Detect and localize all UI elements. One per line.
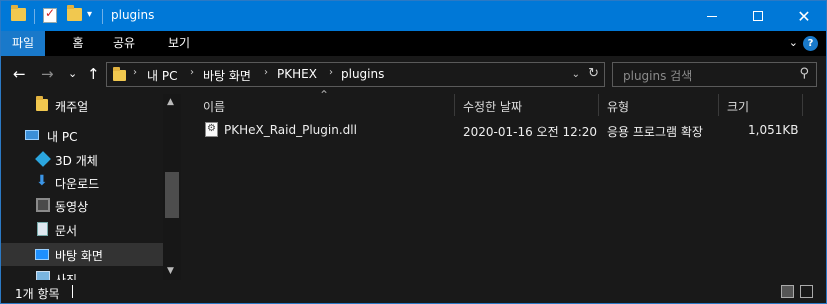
breadcrumb-pkhex[interactable]: PKHEX	[277, 67, 317, 81]
breadcrumb-separator-icon: ›	[329, 67, 333, 78]
nav-item-3d-objects[interactable]: 3D 개체	[1, 148, 163, 171]
recent-locations-icon[interactable]: ⌄	[68, 67, 77, 80]
column-divider[interactable]	[718, 94, 719, 116]
navigation-scrollbar[interactable]: ▲ ▼	[163, 94, 181, 280]
refresh-icon[interactable]: ↻	[588, 66, 599, 81]
scroll-down-icon[interactable]: ▼	[167, 266, 174, 276]
back-button[interactable]: ←	[13, 65, 26, 83]
file-row[interactable]: PKHeX_Raid_Plugin.dll 2020-01-16 오전 12:2…	[187, 119, 826, 141]
navigation-pane: 캐주얼 내 PC 3D 개체 ⬇ 다운로드 동영상 문서 바탕 화면 사진	[1, 94, 181, 280]
nav-item-pictures[interactable]: 사진	[1, 267, 163, 280]
scroll-up-icon[interactable]: ▲	[167, 97, 174, 107]
file-name: PKHeX_Raid_Plugin.dll	[224, 123, 357, 137]
scroll-thumb[interactable]	[165, 172, 179, 218]
nav-item-this-pc[interactable]: 내 PC	[1, 124, 163, 147]
nav-item-downloads[interactable]: ⬇ 다운로드	[1, 171, 163, 194]
nav-item-videos[interactable]: 동영상	[1, 194, 163, 217]
nav-item-label: 사진	[55, 273, 78, 280]
column-header-size[interactable]: 크기	[727, 98, 749, 120]
3d-objects-icon	[35, 151, 51, 167]
title-bar: ▾ plugins ✕	[1, 1, 826, 31]
nav-item-label: 3D 개체	[55, 154, 98, 168]
column-divider[interactable]	[802, 94, 803, 116]
file-list: ⌃ 이름 수정한 날짜 유형 크기 PKHeX_Raid_Plugin.dll …	[187, 88, 826, 280]
nav-item-label: 내 PC	[47, 130, 78, 144]
sort-ascending-icon: ⌃	[319, 88, 330, 102]
tab-home[interactable]: 홈	[63, 31, 93, 56]
status-bar: 1개 항목	[1, 280, 826, 303]
breadcrumb-plugins[interactable]: plugins	[341, 67, 384, 81]
desktop-icon	[35, 249, 49, 260]
search-input[interactable]: plugins 검색	[623, 67, 692, 84]
column-header-modified[interactable]: 수정한 날짜	[463, 98, 522, 120]
ribbon-tabs: 파일 홈 공유 보기 ⌄ ?	[1, 31, 826, 56]
nav-item-label: 바탕 화면	[55, 249, 103, 263]
breadcrumb-separator-icon: ›	[190, 67, 194, 78]
column-header-type[interactable]: 유형	[607, 98, 629, 120]
window-title: plugins	[111, 8, 155, 22]
file-size: 1,051KB	[748, 123, 799, 137]
download-icon: ⬇	[36, 173, 48, 189]
quick-access-dropdown-icon[interactable]: ▾	[87, 9, 92, 20]
close-button[interactable]: ✕	[781, 1, 827, 31]
up-button[interactable]: ↑	[87, 65, 100, 83]
nav-item-label: 문서	[55, 224, 78, 238]
title-divider	[102, 9, 103, 24]
address-history-dropdown-icon[interactable]: ⌄	[572, 69, 580, 80]
file-modified: 2020-01-16 오전 12:20	[463, 125, 598, 139]
search-icon[interactable]: ⚲	[799, 66, 809, 81]
tab-view[interactable]: 보기	[159, 31, 199, 56]
file-type: 응용 프로그램 확장	[607, 125, 703, 139]
document-icon	[37, 222, 48, 236]
address-bar[interactable]: › 내 PC › 바탕 화면 › PKHEX › plugins ⌄ ↻	[106, 62, 605, 87]
forward-button[interactable]: →	[41, 65, 54, 83]
breadcrumb-separator-icon: ›	[133, 67, 137, 78]
breadcrumb-desktop[interactable]: 바탕 화면	[203, 67, 251, 84]
column-divider[interactable]	[454, 94, 455, 116]
video-icon	[36, 198, 50, 212]
dll-file-icon	[205, 122, 218, 137]
large-icons-view-icon[interactable]	[800, 285, 813, 298]
help-icon[interactable]: ?	[803, 36, 818, 51]
address-folder-icon	[113, 67, 126, 81]
nav-item-casual[interactable]: 캐주얼	[1, 94, 163, 117]
address-row: ← → ⌄ ↑ › 내 PC › 바탕 화면 › PKHEX › plugins…	[1, 56, 826, 94]
explorer-window: ▾ plugins ✕ 파일 홈 공유 보기 ⌄ ? ← → ⌄ ↑ › 내 P…	[0, 0, 827, 304]
nav-item-documents[interactable]: 문서	[1, 218, 163, 241]
expand-ribbon-icon[interactable]: ⌄	[789, 36, 798, 49]
tab-share[interactable]: 공유	[104, 31, 144, 56]
toolbar-divider	[34, 9, 35, 24]
nav-item-label: 다운로드	[55, 177, 100, 191]
maximize-icon	[753, 11, 763, 21]
status-divider	[72, 285, 73, 298]
new-folder-icon[interactable]	[67, 5, 82, 21]
breadcrumb-this-pc[interactable]: 내 PC	[147, 67, 177, 84]
nav-item-label: 캐주얼	[55, 100, 89, 114]
search-box[interactable]: plugins 검색 ⚲	[612, 62, 817, 87]
item-count: 1개 항목	[15, 287, 60, 301]
column-header-name[interactable]: 이름	[203, 98, 225, 120]
details-view-icon[interactable]	[781, 285, 794, 298]
properties-icon[interactable]	[43, 6, 57, 23]
minimize-icon	[707, 15, 717, 17]
nav-item-desktop[interactable]: 바탕 화면	[1, 243, 163, 266]
maximize-button[interactable]	[735, 1, 781, 31]
folder-icon	[36, 96, 50, 113]
column-divider[interactable]	[598, 94, 599, 116]
minimize-button[interactable]	[689, 1, 735, 31]
folder-icon	[11, 5, 26, 21]
breadcrumb-separator-icon: ›	[264, 67, 268, 78]
tab-file[interactable]: 파일	[1, 31, 45, 56]
nav-item-label: 동영상	[55, 200, 89, 214]
pictures-icon	[36, 271, 50, 280]
pc-icon	[25, 130, 39, 140]
